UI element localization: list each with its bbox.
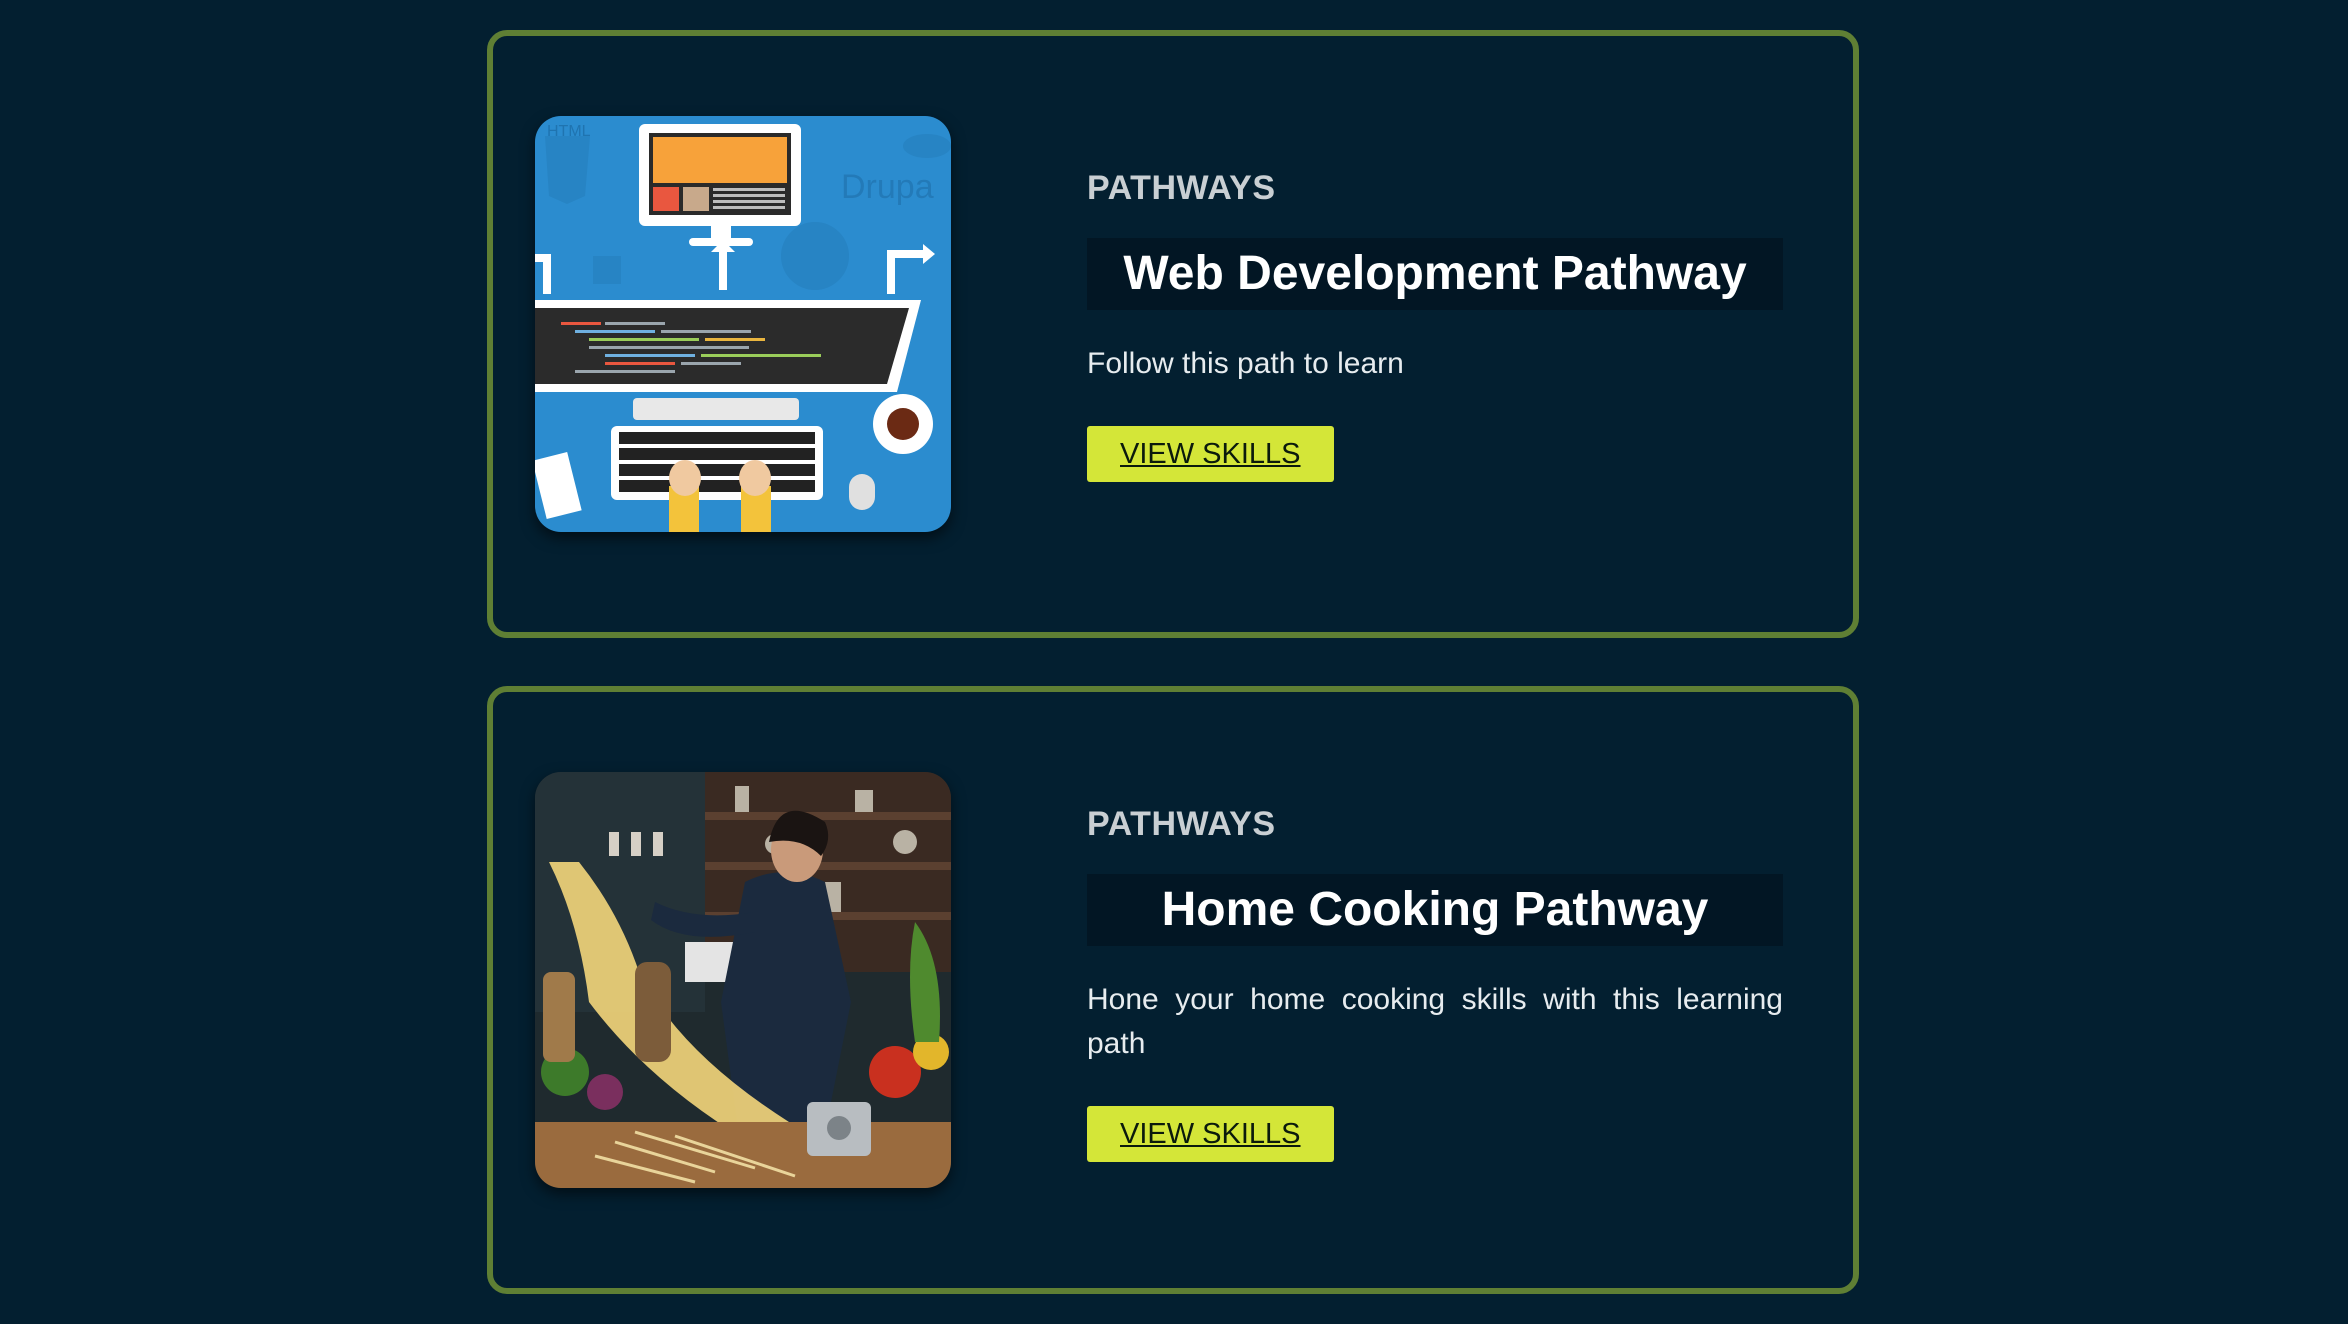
- pathway-info: PATHWAYS Home Cooking Pathway Hone your …: [1087, 804, 1783, 1162]
- pathway-card-web-development: Drupa HTML PATHWAYS Web Development Path…: [487, 30, 1859, 638]
- view-skills-button[interactable]: VIEW SKILLS: [1087, 1106, 1334, 1162]
- pathway-eyebrow: PATHWAYS: [1087, 805, 1276, 843]
- web-development-illustration: Drupa HTML: [535, 116, 951, 532]
- chef-cooking-photo: [535, 772, 951, 1188]
- pathway-card-home-cooking: PATHWAYS Home Cooking Pathway Hone your …: [487, 686, 1859, 1294]
- pathway-title: Home Cooking Pathway: [1161, 883, 1709, 936]
- pathway-title: Web Development Pathway: [1123, 247, 1747, 300]
- pathway-info: PATHWAYS Web Development Pathway Follow …: [1087, 168, 1783, 482]
- svg-text:Drupa: Drupa: [841, 168, 934, 206]
- svg-text:HTML: HTML: [547, 123, 591, 140]
- pathway-eyebrow: PATHWAYS: [1087, 169, 1276, 207]
- pathway-description: Hone your home cooking skills with this …: [1087, 983, 1783, 1060]
- pathway-title-box: Home Cooking Pathway: [1087, 874, 1783, 946]
- pathway-title-box: Web Development Pathway: [1087, 238, 1783, 310]
- pathway-description: Follow this path to learn: [1087, 347, 1404, 380]
- view-skills-button[interactable]: VIEW SKILLS: [1087, 426, 1334, 482]
